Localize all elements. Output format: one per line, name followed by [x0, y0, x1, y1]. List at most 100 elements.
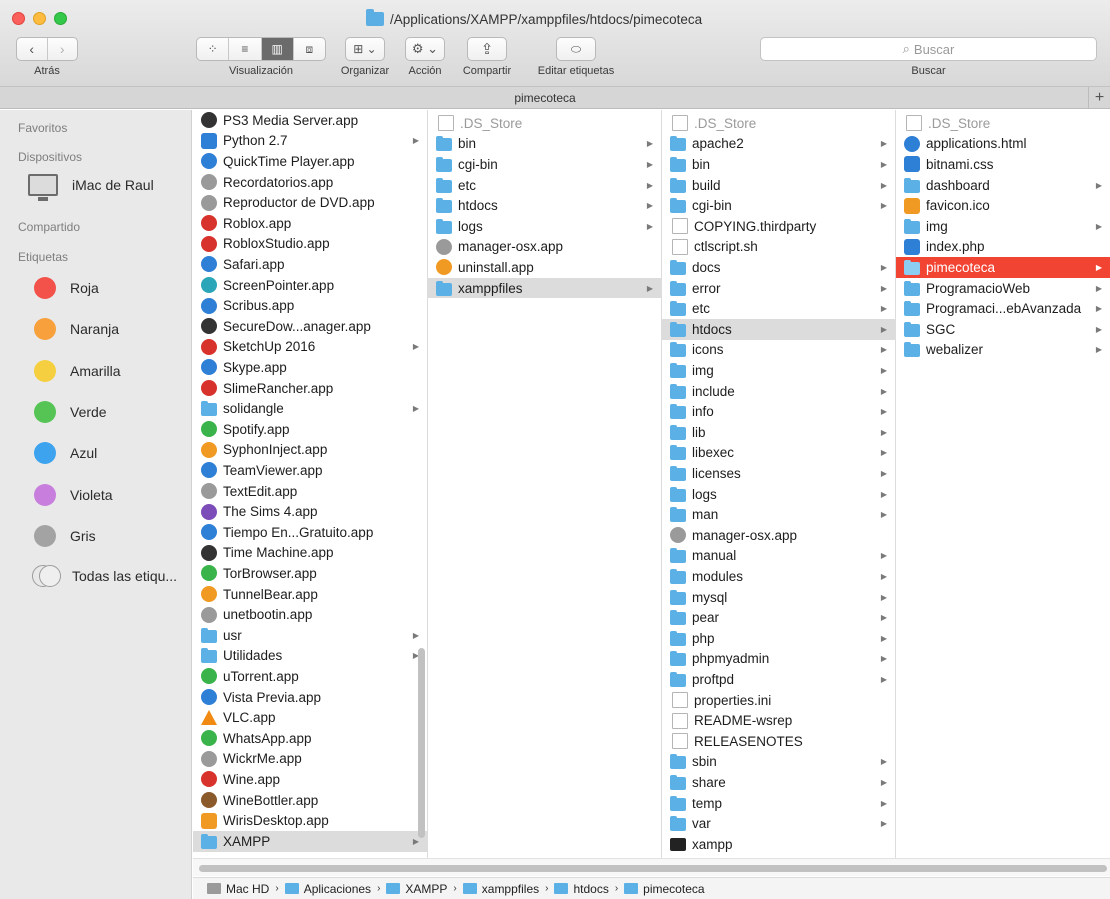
list-item[interactable]: ScreenPointer.app: [193, 275, 427, 296]
list-item[interactable]: SketchUp 2016 ▶: [193, 337, 427, 358]
list-item[interactable]: ProgramacioWeb ▶: [896, 278, 1110, 299]
list-item[interactable]: .DS_Store: [896, 113, 1110, 134]
list-item[interactable]: libexec ▶: [662, 443, 895, 464]
list-item[interactable]: WirisDesktop.app: [193, 810, 427, 831]
column-view-button[interactable]: ▥: [260, 38, 293, 60]
list-item[interactable]: Vista Previa.app: [193, 687, 427, 708]
list-item[interactable]: share ▶: [662, 772, 895, 793]
list-item[interactable]: TeamViewer.app: [193, 460, 427, 481]
sidebar-tag-amarilla[interactable]: Amarilla: [34, 359, 121, 382]
list-item[interactable]: uTorrent.app: [193, 666, 427, 687]
minimize-window-button[interactable]: [33, 12, 46, 25]
list-item[interactable]: solidangle ▶: [193, 398, 427, 419]
sidebar-tag-violeta[interactable]: Violeta: [34, 483, 113, 506]
list-item[interactable]: Safari.app: [193, 254, 427, 275]
list-item[interactable]: htdocs ▶: [662, 319, 895, 340]
list-item[interactable]: bin ▶: [662, 154, 895, 175]
list-item[interactable]: error ▶: [662, 278, 895, 299]
list-item[interactable]: sbin ▶: [662, 752, 895, 773]
list-item[interactable]: docs ▶: [662, 257, 895, 278]
list-item[interactable]: mysql ▶: [662, 587, 895, 608]
edit-tags-button[interactable]: ⬭: [556, 37, 596, 61]
list-item[interactable]: TorBrowser.app: [193, 563, 427, 584]
list-item[interactable]: .DS_Store: [662, 113, 895, 134]
list-item[interactable]: SGC ▶: [896, 319, 1110, 340]
list-item[interactable]: Programaci...ebAvanzada ▶: [896, 298, 1110, 319]
action-button[interactable]: ⚙ ⌄: [405, 37, 445, 61]
list-item[interactable]: README-wsrep: [662, 710, 895, 731]
list-view-button[interactable]: ≡: [228, 38, 260, 60]
list-item[interactable]: xamppfiles ▶: [428, 277, 661, 299]
gallery-view-button[interactable]: ⧈: [292, 38, 325, 60]
path-segment[interactable]: htdocs: [554, 882, 609, 896]
list-item[interactable]: unetbootin.app: [193, 604, 427, 625]
list-item[interactable]: proftpd ▶: [662, 669, 895, 690]
list-item[interactable]: apache2 ▶: [662, 134, 895, 155]
list-item[interactable]: RobloxStudio.app: [193, 234, 427, 255]
list-item[interactable]: phpmyadmin ▶: [662, 649, 895, 670]
sidebar-tag-azul[interactable]: Azul: [34, 442, 97, 465]
list-item[interactable]: Tiempo En...Gratuito.app: [193, 522, 427, 543]
path-segment[interactable]: pimecoteca: [624, 882, 705, 896]
list-item[interactable]: img ▶: [662, 360, 895, 381]
list-item[interactable]: img ▶: [896, 216, 1110, 237]
list-item[interactable]: var ▶: [662, 813, 895, 834]
list-item[interactable]: man ▶: [662, 504, 895, 525]
list-item[interactable]: Spotify.app: [193, 419, 427, 440]
list-item[interactable]: bin ▶: [428, 134, 661, 155]
list-item[interactable]: applications.html: [896, 134, 1110, 155]
search-input[interactable]: ⌕ Buscar: [760, 37, 1097, 61]
list-item[interactable]: Skype.app: [193, 357, 427, 378]
list-item[interactable]: WhatsApp.app: [193, 728, 427, 749]
scrollbar-thumb[interactable]: [199, 865, 1107, 872]
list-item[interactable]: Reproductor de DVD.app: [193, 192, 427, 213]
list-item[interactable]: manager-osx.app: [662, 525, 895, 546]
list-item[interactable]: pear ▶: [662, 607, 895, 628]
list-item[interactable]: The Sims 4.app: [193, 501, 427, 522]
forward-button[interactable]: ›: [46, 38, 78, 60]
list-item[interactable]: VLC.app: [193, 707, 427, 728]
list-item[interactable]: cgi-bin ▶: [428, 154, 661, 175]
list-item[interactable]: Utilidades ▶: [193, 646, 427, 667]
list-item[interactable]: include ▶: [662, 381, 895, 402]
list-item[interactable]: TextEdit.app: [193, 481, 427, 502]
list-item[interactable]: ctlscript.sh: [662, 237, 895, 258]
list-item[interactable]: bitnami.css: [896, 154, 1110, 175]
list-item[interactable]: SyphonInject.app: [193, 440, 427, 461]
list-item[interactable]: php ▶: [662, 628, 895, 649]
list-item[interactable]: SlimeRancher.app: [193, 378, 427, 399]
sidebar-item-imac[interactable]: iMac de Raul: [28, 174, 154, 201]
list-item[interactable]: lib ▶: [662, 422, 895, 443]
list-item[interactable]: logs ▶: [428, 216, 661, 237]
list-item[interactable]: etc ▶: [428, 175, 661, 196]
path-segment[interactable]: xamppfiles: [462, 882, 539, 896]
list-item[interactable]: Python 2.7 ▶: [193, 131, 427, 152]
list-item[interactable]: pimecoteca ▶: [896, 257, 1110, 278]
sidebar-item-all-tags[interactable]: Todas las etiqu...: [32, 565, 177, 587]
back-button[interactable]: ‹: [17, 38, 47, 60]
list-item[interactable]: manager-osx.app: [428, 237, 661, 258]
horizontal-scrollbar[interactable]: [193, 858, 1110, 876]
list-item[interactable]: Recordatorios.app: [193, 172, 427, 193]
list-item[interactable]: licenses ▶: [662, 463, 895, 484]
list-item[interactable]: cgi-bin ▶: [662, 195, 895, 216]
list-item[interactable]: COPYING.thirdparty: [662, 216, 895, 237]
list-item[interactable]: manual ▶: [662, 546, 895, 567]
list-item[interactable]: WineBottler.app: [193, 790, 427, 811]
list-item[interactable]: xampp: [662, 834, 895, 855]
zoom-window-button[interactable]: [54, 12, 67, 25]
list-item[interactable]: htdocs ▶: [428, 195, 661, 216]
list-item[interactable]: Wine.app: [193, 769, 427, 790]
list-item[interactable]: Scribus.app: [193, 295, 427, 316]
list-item[interactable]: index.php: [896, 237, 1110, 258]
column-scrollbar[interactable]: [418, 648, 425, 838]
sidebar-tag-verde[interactable]: Verde: [34, 400, 107, 423]
list-item[interactable]: XAMPP ▶: [193, 831, 427, 852]
list-item[interactable]: logs ▶: [662, 484, 895, 505]
list-item[interactable]: webalizer ▶: [896, 340, 1110, 361]
list-item[interactable]: temp ▶: [662, 793, 895, 814]
list-item[interactable]: QuickTime Player.app: [193, 151, 427, 172]
list-item[interactable]: .DS_Store: [428, 113, 661, 134]
icon-view-button[interactable]: ⁘: [197, 38, 228, 60]
path-segment[interactable]: Mac HD: [207, 882, 269, 896]
